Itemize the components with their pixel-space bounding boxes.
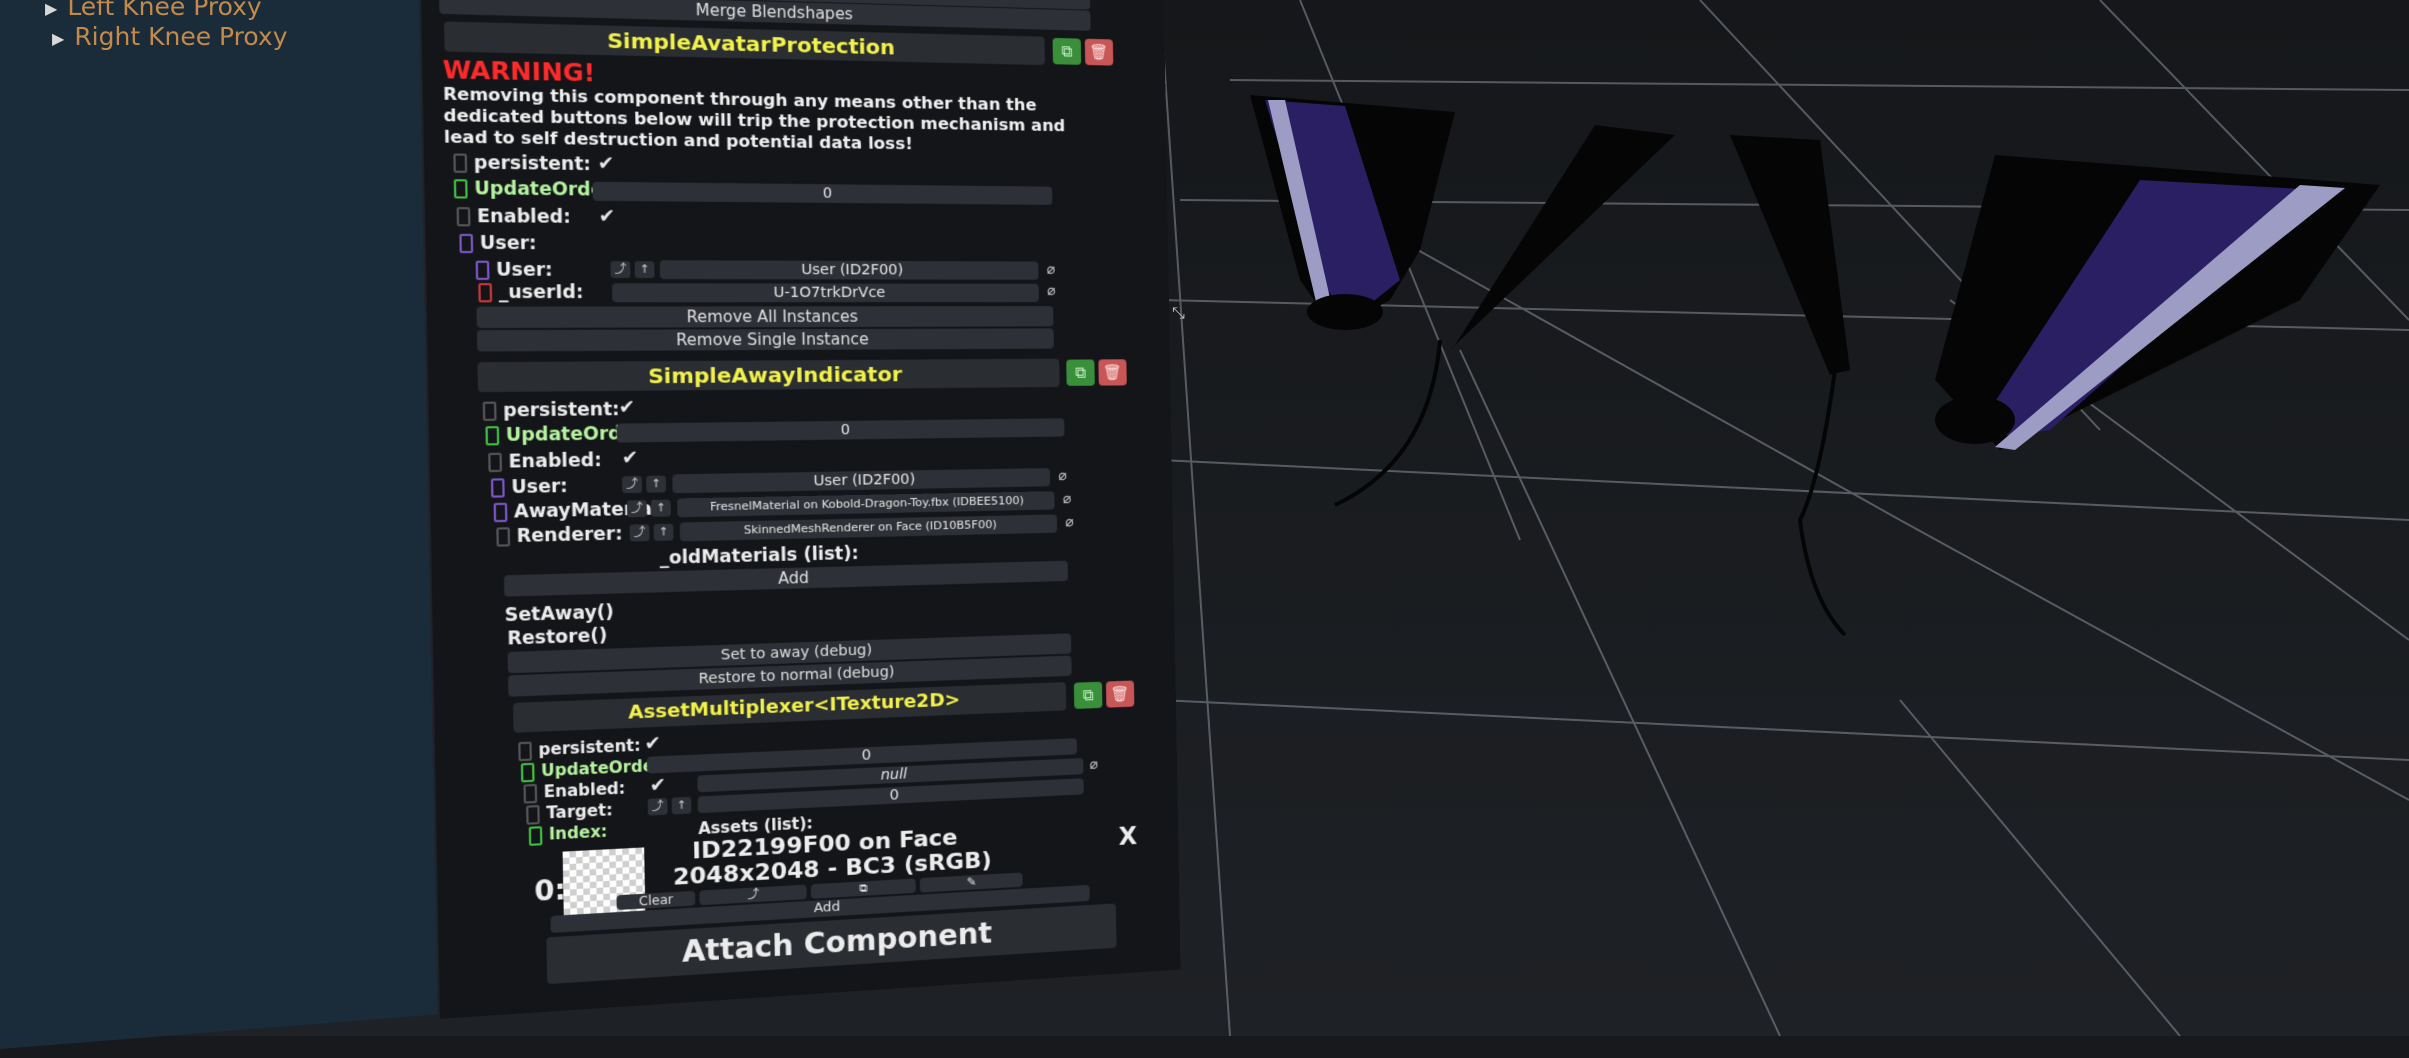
jump-ref-icon[interactable]: ⤴ [610, 261, 631, 279]
remove-all-instances-button[interactable]: Remove All Instances [476, 306, 1054, 329]
component-header-simpleawayindicator[interactable]: SimpleAwayIndicator [477, 358, 1060, 393]
field-chip-icon [456, 207, 471, 227]
field-chip-icon [520, 762, 535, 782]
remove-asset-button[interactable]: X [1118, 822, 1137, 851]
enabled-field: Enabled: [523, 779, 626, 804]
delete-component-icon[interactable]: 🗑 [1098, 359, 1127, 386]
enabled-checkbox[interactable]: ✔ [649, 774, 666, 797]
add-old-material-button[interactable]: Add [503, 560, 1069, 597]
old-materials-label: _oldMaterials (list): [659, 543, 859, 570]
clear-ref-icon[interactable]: ⌀ [1089, 756, 1098, 773]
field-chip-icon [485, 426, 500, 446]
field-chip-icon [526, 804, 540, 825]
field-chip-icon [482, 401, 497, 421]
delete-component-icon[interactable]: 🗑 [1105, 680, 1135, 708]
field-chip-icon [453, 179, 468, 199]
persistent-checkbox[interactable]: ✔ [618, 396, 635, 418]
tree-item-label: Left Knee Proxy [67, 0, 262, 21]
clear-ref-icon[interactable]: ⌀ [1062, 491, 1071, 507]
jump-ref-icon[interactable]: ⤴ [626, 500, 647, 518]
persistent-checkbox[interactable]: ✔ [644, 732, 661, 755]
user-ref-input[interactable]: User (ID2F00) [659, 260, 1039, 280]
drive-ref-icon[interactable]: ↑ [653, 523, 674, 541]
enabled-checkbox[interactable]: ✔ [598, 205, 615, 227]
userid-input[interactable]: U-1O7trkDrVce [611, 283, 1039, 303]
clear-ref-icon[interactable]: ⌀ [1058, 468, 1067, 484]
delete-component-icon[interactable]: 🗑 [1084, 38, 1114, 66]
drive-ref-icon[interactable]: ↑ [650, 499, 671, 517]
field-chip-icon [490, 478, 505, 498]
index-field: Index: [528, 822, 608, 846]
tree-item-left-knee-proxy[interactable]: ▶ Left Knee Proxy [45, 0, 262, 21]
userid-field: _userId: [478, 282, 584, 303]
target-field: Target: [526, 800, 613, 825]
field-chip-icon [496, 527, 511, 547]
field-chip-icon [453, 153, 468, 173]
update-order-input[interactable]: 0 [592, 181, 1053, 205]
field-chip-icon [523, 783, 538, 804]
tree-item-right-knee-proxy[interactable]: ▶ Right Knee Proxy [52, 22, 288, 51]
field-chip-icon [518, 741, 532, 761]
persistent-checkbox[interactable]: ✔ [597, 152, 614, 174]
persistent-field: persistent: [453, 152, 591, 175]
drive-ref-icon[interactable]: ↑ [671, 796, 692, 815]
jump-ref-icon[interactable]: ⤴ [622, 475, 643, 494]
expand-triangle-icon[interactable]: ▶ [45, 0, 57, 18]
user-field: User: [459, 233, 537, 254]
clear-ref-icon[interactable]: ⌀ [1046, 262, 1055, 278]
warning-title: WARNING! [442, 56, 596, 88]
drive-ref-icon[interactable]: ↑ [634, 261, 655, 279]
user-field: User: [490, 476, 568, 499]
duplicate-component-icon[interactable]: ⧉ [1066, 359, 1095, 386]
field-chip-icon [528, 825, 543, 846]
set-away-method: SetAway() [504, 602, 615, 627]
clear-asset-button[interactable]: Clear [616, 890, 696, 911]
field-chip-icon [478, 283, 493, 303]
field-chip-icon [493, 502, 508, 523]
field-chip-icon [475, 260, 490, 280]
user-sub-field: User: [475, 260, 553, 281]
tree-item-label: Right Knee Proxy [74, 22, 288, 51]
expand-triangle-icon[interactable]: ▶ [52, 29, 64, 48]
drive-ref-icon[interactable]: ↑ [646, 475, 667, 493]
resize-handle-icon[interactable]: ⤡ [1172, 303, 1185, 323]
jump-ref-icon[interactable]: ⤴ [647, 797, 668, 816]
field-chip-icon [488, 452, 503, 473]
enabled-field: Enabled: [488, 450, 602, 473]
jump-ref-icon[interactable]: ⤴ [629, 524, 650, 542]
duplicate-component-icon[interactable]: ⧉ [1052, 37, 1082, 65]
away-material-input[interactable]: FresnelMaterial on Kobold-Dragon-Toy.fbx… [677, 491, 1055, 518]
remove-single-instance-button[interactable]: Remove Single Instance [476, 328, 1054, 352]
field-chip-icon [459, 233, 474, 254]
user-ref-input[interactable]: User (ID2F00) [672, 468, 1051, 494]
inspector-panel: Sort Blendshapes (by name length, then n… [417, 0, 1181, 1020]
persistent-field: persistent: [482, 399, 620, 422]
restore-method: Restore() [507, 625, 608, 650]
renderer-input[interactable]: SkinnedMeshRenderer on Face (ID10B5F00) [679, 514, 1058, 542]
update-order-input[interactable]: 0 [616, 418, 1065, 443]
enabled-field: Enabled: [456, 206, 571, 228]
warning-text: Removing this component through any mean… [442, 83, 1066, 154]
renderer-field: Renderer: [496, 524, 623, 548]
enabled-checkbox[interactable]: ✔ [622, 447, 639, 469]
clear-ref-icon[interactable]: ⌀ [1047, 283, 1056, 299]
clear-ref-icon[interactable]: ⌀ [1065, 514, 1074, 530]
asset-index-label: 0: [534, 874, 567, 909]
duplicate-component-icon[interactable]: ⧉ [1073, 681, 1103, 709]
